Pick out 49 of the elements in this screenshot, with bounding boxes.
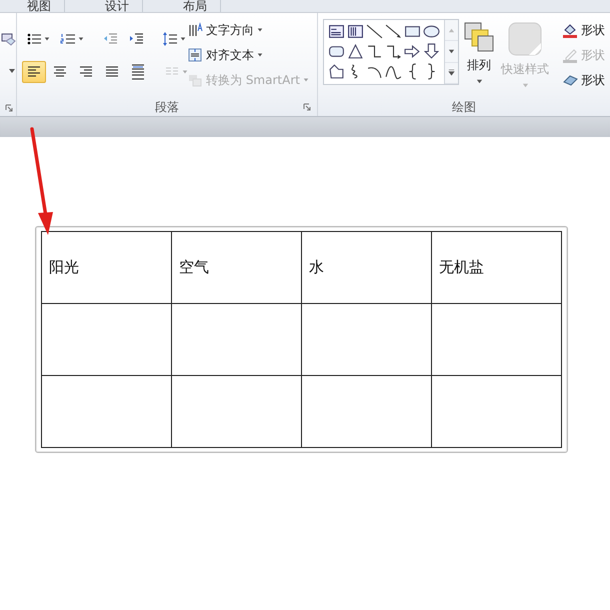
table-cell: 空气 <box>172 232 302 304</box>
down-arrow-icon[interactable] <box>423 42 440 60</box>
dialog-launcher-icon[interactable] <box>5 104 13 112</box>
align-text-button[interactable]: 对齐文本 <box>184 44 312 66</box>
table-cell: 水 <box>302 232 432 304</box>
more-icon <box>448 69 455 76</box>
triangle-icon[interactable] <box>347 42 364 60</box>
stacked-squares-icon <box>463 21 495 53</box>
freeform-shape-icon[interactable] <box>328 62 345 80</box>
caret-icon <box>448 26 455 34</box>
caret-icon <box>182 69 188 75</box>
align-left-button[interactable] <box>22 61 46 83</box>
arrange-button[interactable]: 排列 <box>461 18 497 98</box>
pencil-icon <box>562 47 578 63</box>
text-box-icon[interactable] <box>328 22 345 40</box>
line-spacing-icon <box>162 31 178 47</box>
vertical-text-box-icon[interactable] <box>347 22 364 40</box>
distributed-icon <box>130 64 146 80</box>
ribbon-tab[interactable]: 设计 <box>92 0 143 12</box>
ribbon-tab[interactable]: 布局 <box>170 0 221 12</box>
ribbon-tab[interactable]: 视图 <box>14 0 65 12</box>
align-text-icon <box>187 47 203 63</box>
text-direction-icon <box>187 22 203 38</box>
right-arrow-icon[interactable] <box>404 42 421 60</box>
caret-icon <box>257 27 263 33</box>
caret-icon <box>476 78 482 85</box>
caret-icon <box>522 82 528 89</box>
rounded-square-icon <box>507 21 543 57</box>
scroll-down-button[interactable] <box>445 41 458 63</box>
caret-icon <box>257 52 263 58</box>
table-cell: 无机盐 <box>432 232 562 304</box>
elbow-connector-icon[interactable] <box>366 42 383 60</box>
caret-icon[interactable] <box>8 67 16 75</box>
fill-button[interactable]: 形状 <box>559 19 608 41</box>
bullet-list-icon <box>26 31 42 47</box>
dialog-launcher-icon[interactable] <box>303 103 311 111</box>
table-cell: 阳光 <box>42 232 172 304</box>
group-label: 绘图 <box>452 98 476 116</box>
arrow-icon[interactable] <box>385 22 402 40</box>
effects-button[interactable]: 形状 <box>559 69 608 91</box>
caret-icon <box>302 77 309 83</box>
oval-icon[interactable] <box>423 22 440 40</box>
elbow-arrow-icon[interactable] <box>385 42 402 60</box>
more-button[interactable] <box>445 62 458 84</box>
group-label: 段落 <box>155 98 179 116</box>
caret-icon <box>448 48 455 55</box>
text-direction-button[interactable]: 文字方向 <box>184 19 312 41</box>
line-icon[interactable] <box>366 22 383 40</box>
smartart-icon <box>187 72 203 88</box>
